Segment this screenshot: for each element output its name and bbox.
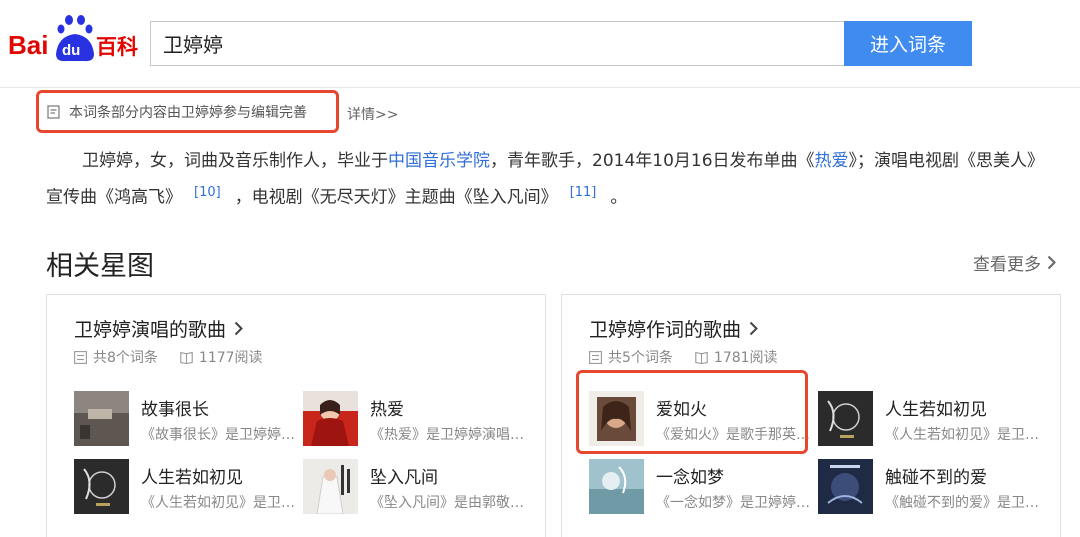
song-cover-image <box>303 459 358 514</box>
list-icon <box>589 350 602 364</box>
entry-count-text: 共5个词条 <box>608 350 673 366</box>
read-count: 1781阅读 <box>695 347 778 367</box>
song-title: 人生若如初见 <box>141 468 243 488</box>
read-count-text: 1781阅读 <box>713 350 778 366</box>
song-item[interactable]: 热爱 《热爱》是卫婷婷演唱的歌曲 <box>303 391 533 447</box>
summary-text: ，青年歌手，2014年10月16日发布单曲《 <box>490 151 815 171</box>
song-item[interactable]: 坠入凡间 《坠入凡间》是由郭敬明作词的歌曲 <box>303 459 533 515</box>
song-item[interactable]: 人生若如初见 《人生若如初见》是卫婷婷演唱的歌曲 <box>74 459 304 515</box>
baidu-baike-logo[interactable]: Bai du 百科 <box>8 14 140 64</box>
chevron-right-icon <box>749 321 758 336</box>
song-item[interactable]: 人生若如初见 《人生若如初见》是卫婷婷演唱的歌曲 <box>818 391 1048 447</box>
song-cover-image <box>74 391 129 446</box>
book-icon <box>695 351 708 364</box>
card-title-link[interactable]: 卫婷婷演唱的歌曲 <box>74 315 243 342</box>
summary-text: ，电视剧《无尽天灯》主题曲《坠入凡间》 <box>234 187 558 208</box>
chevron-right-icon <box>1047 255 1056 270</box>
reference-11[interactable]: [11] <box>570 185 597 200</box>
svg-text:du: du <box>62 42 80 59</box>
song-description: 《人生若如初见》是卫婷婷演唱的歌曲 <box>885 427 1040 443</box>
details-link[interactable]: 详情>> <box>347 104 398 124</box>
school-link[interactable]: 中国音乐学院 <box>388 151 490 171</box>
song-item[interactable]: 一念如梦 《一念如梦》是卫婷婷演唱的歌曲 <box>589 459 819 515</box>
song-cover-image <box>74 459 129 514</box>
book-icon <box>180 351 193 364</box>
song-title: 一念如梦 <box>656 468 724 488</box>
summary-text: 。 <box>610 187 628 208</box>
entry-count: 共5个词条 <box>589 347 673 367</box>
read-count-text: 1177阅读 <box>198 350 263 366</box>
document-edit-icon <box>47 104 60 119</box>
enter-entry-button[interactable]: 进入词条 <box>844 21 972 66</box>
song-description: 《坠入凡间》是由郭敬明作词的歌曲 <box>370 495 525 511</box>
top-bar: Bai du 百科 进入词条 <box>0 0 1080 88</box>
search-input[interactable] <box>150 21 844 66</box>
song-item[interactable]: 触碰不到的爱 《触碰不到的爱》是卫婷婷演唱的歌曲 <box>818 459 1048 515</box>
card-title-link[interactable]: 卫婷婷作词的歌曲 <box>589 315 758 342</box>
read-count: 1177阅读 <box>180 347 263 367</box>
song-description: 《触碰不到的爱》是卫婷婷演唱的歌曲 <box>885 495 1040 511</box>
song-cover-image <box>818 391 873 446</box>
song-description: 《一念如梦》是卫婷婷演唱的歌曲 <box>656 495 811 511</box>
song-cover-image <box>589 459 644 514</box>
reference-10[interactable]: [10] <box>194 185 221 200</box>
see-more-link[interactable]: 查看更多 <box>973 250 1056 275</box>
co-edit-notice: 本词条部分内容由卫婷婷参与编辑完善 <box>36 90 339 133</box>
song-description: 《热爱》是卫婷婷演唱的歌曲 <box>370 427 525 443</box>
card-meta: 共8个词条 1177阅读 <box>74 347 285 367</box>
song-title: 触碰不到的爱 <box>885 468 987 488</box>
song-cover-image <box>303 391 358 446</box>
see-more-label: 查看更多 <box>973 255 1041 275</box>
card-meta: 共5个词条 1781阅读 <box>589 347 800 367</box>
highlight-box <box>576 370 808 454</box>
entry-count: 共8个词条 <box>74 347 158 367</box>
related-star-map-title: 相关星图 <box>46 251 154 282</box>
song-title: 坠入凡间 <box>370 468 438 488</box>
song-description: 《人生若如初见》是卫婷婷演唱的歌曲 <box>141 495 296 511</box>
song-title: 热爱 <box>370 400 404 420</box>
summary-text: 卫婷婷，女，词曲及音乐制作人，毕业于 <box>82 151 388 171</box>
song-item[interactable]: 故事很长 《故事很长》是卫婷婷演唱的歌曲 <box>74 391 304 447</box>
entry-summary: 卫婷婷，女，词曲及音乐制作人，毕业于中国音乐学院，青年歌手，2014年10月16… <box>46 146 1056 214</box>
sung-songs-card: 卫婷婷演唱的歌曲 共8个词条 1177阅读 故事很长 《故事很长》是卫婷婷演唱的… <box>46 294 546 537</box>
card-title: 卫婷婷演唱的歌曲 <box>74 319 227 341</box>
song-title: 人生若如初见 <box>885 400 987 420</box>
song-title: 故事很长 <box>141 400 209 420</box>
entry-count-text: 共8个词条 <box>93 350 158 366</box>
svg-text:百科: 百科 <box>96 35 138 59</box>
song-link-reai[interactable]: 热爱 <box>815 151 849 171</box>
notice-text: 本词条部分内容由卫婷婷参与编辑完善 <box>69 104 307 121</box>
chevron-right-icon <box>234 321 243 336</box>
svg-text:Bai: Bai <box>8 30 48 60</box>
list-icon <box>74 350 87 364</box>
card-title: 卫婷婷作词的歌曲 <box>589 319 742 341</box>
song-description: 《故事很长》是卫婷婷演唱的歌曲 <box>141 427 296 443</box>
song-cover-image <box>818 459 873 514</box>
